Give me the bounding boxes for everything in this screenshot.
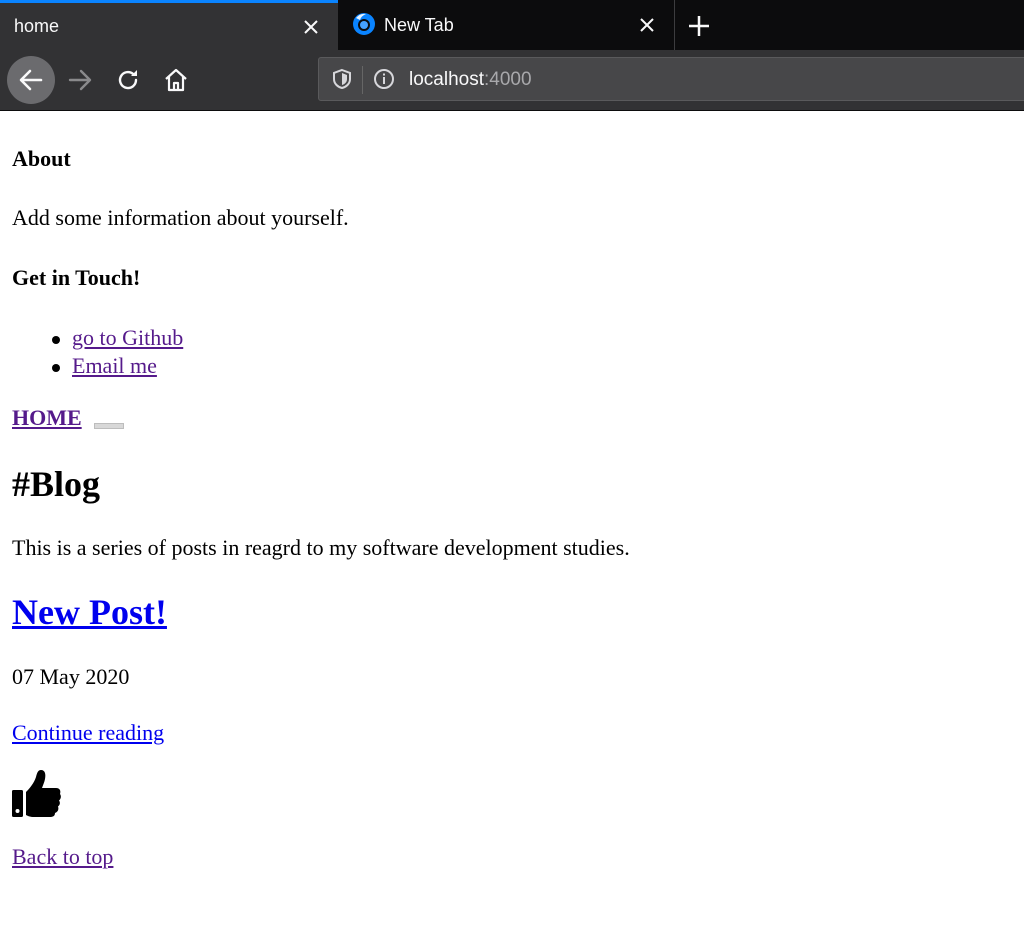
url-text[interactable]: localhost:4000 — [409, 69, 532, 91]
thumbs-up-icon[interactable] — [12, 769, 62, 819]
reload-icon — [118, 70, 138, 90]
github-link[interactable]: go to Github — [72, 325, 183, 350]
home-icon — [165, 68, 187, 92]
tab-bar: home New Tab — [0, 0, 1024, 50]
post-date: 07 May 2020 — [12, 664, 130, 689]
contact-links-list: go to Github Email me — [12, 325, 183, 381]
broken-image-icon[interactable] — [94, 423, 124, 429]
back-to-top-link[interactable]: Back to top — [12, 844, 113, 870]
continue-reading-link[interactable]: Continue reading — [12, 720, 164, 746]
email-link[interactable]: Email me — [72, 353, 157, 378]
about-heading: About — [12, 146, 71, 171]
arrow-right-icon — [68, 69, 92, 91]
blog-heading: #Blog — [12, 464, 101, 504]
list-item: Email me — [12, 353, 183, 381]
tab-title: home — [14, 16, 60, 36]
blog-intro: This is a series of posts in reagrd to m… — [12, 535, 630, 560]
tab-title: New Tab — [384, 14, 454, 35]
firefox-logo-icon — [353, 13, 375, 35]
url-port: :4000 — [484, 69, 532, 90]
arrow-left-icon — [19, 69, 43, 91]
new-tab-button[interactable] — [684, 11, 714, 41]
plus-icon — [689, 16, 709, 36]
list-item: go to Github — [12, 325, 183, 353]
close-icon[interactable] — [636, 14, 658, 36]
post-title-link[interactable]: New Post! — [12, 591, 167, 633]
tab-home[interactable]: home — [0, 0, 338, 50]
contact-heading: Get in Touch! — [12, 265, 141, 290]
reload-button[interactable] — [106, 58, 150, 102]
back-button[interactable] — [7, 56, 55, 104]
url-host: localhost — [409, 69, 484, 90]
tab-divider — [674, 0, 675, 50]
shield-icon[interactable] — [331, 68, 353, 90]
tab-new-tab[interactable]: New Tab — [338, 0, 674, 50]
url-divider — [362, 66, 363, 94]
forward-button[interactable] — [58, 58, 102, 102]
info-icon[interactable] — [373, 68, 395, 90]
about-text: Add some information about yourself. — [12, 205, 349, 230]
home-link[interactable]: HOME — [12, 405, 82, 431]
close-icon[interactable] — [300, 16, 322, 38]
home-button[interactable] — [154, 58, 198, 102]
url-bar[interactable]: localhost:4000 — [318, 57, 1024, 101]
